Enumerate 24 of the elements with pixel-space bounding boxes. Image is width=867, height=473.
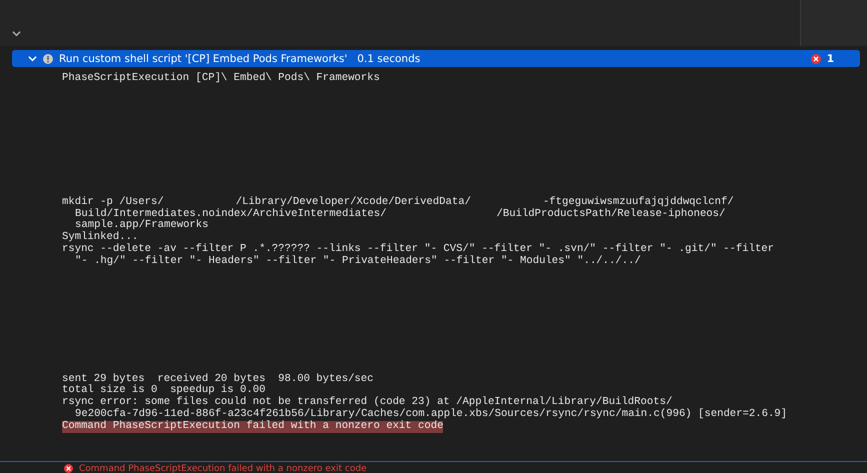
log-line: Symlinked... — [62, 232, 138, 244]
log-line: total size is 0 speedup is 0.00 — [62, 385, 266, 396]
step-title: Run custom shell script '[CP] Embed Pods Frameworks' — [59, 52, 348, 64]
log-line: sample.app/Frameworks — [75, 220, 209, 232]
log-line: mkdir -p /Users/ — [62, 196, 164, 208]
log-line: "- .hg/" --filter "- Headers" --filter "- PrivateHeaders" --filter "- Modules" "../../../ — [75, 256, 641, 268]
step-duration: 0.1 seconds — [357, 52, 420, 64]
log-line: -ftgeguwiwsmzuufajqjddwqclcnf/ — [542, 196, 734, 208]
collapse-icon[interactable] — [12, 29, 21, 38]
log-line: 9e200cfa-7d96-11ed-886f-a23c4f261b56/Library/Caches/com.apple.xbs/Sources/rsync/rsync/main.c(996) [sender=2.6.9] — [75, 408, 788, 420]
disclosure-icon[interactable] — [28, 54, 37, 63]
log-line: /Library/Developer/Xcode/DerivedData/ — [236, 196, 471, 208]
command-line: PhaseScriptExecution [CP]\ Embed\ Pods\ Frameworks — [62, 73, 381, 85]
log-line: rsync --delete -av --filter P .*.?????? --links --filter "- CVS/" --filter "- .svn/" --filter "- .git/" --filter — [62, 244, 774, 255]
error-message[interactable]: Command PhaseScriptExecution failed with a nonzero exit code — [79, 464, 367, 473]
log-line: rsync error: some files could not be transferred (code 23) at /AppleInternal/Library/BuildRoots/ — [62, 397, 672, 408]
error-count: 1 — [826, 52, 834, 64]
error-icon — [810, 54, 821, 64]
warning-circle-icon — [43, 54, 53, 64]
log-line: Build/Intermediates.noindex/ArchiveIntermediates/ — [75, 208, 387, 220]
log-line: sent 29 bytes received 20 bytes 98.00 bytes/sec — [62, 374, 374, 385]
build-step-header[interactable]: Run custom shell script '[CP] Embed Pods Frameworks' 0.1 seconds 1 — [12, 50, 860, 67]
error-icon — [64, 464, 73, 473]
log-line: /BuildProductsPath/Release-iphoneos/ — [496, 208, 726, 220]
